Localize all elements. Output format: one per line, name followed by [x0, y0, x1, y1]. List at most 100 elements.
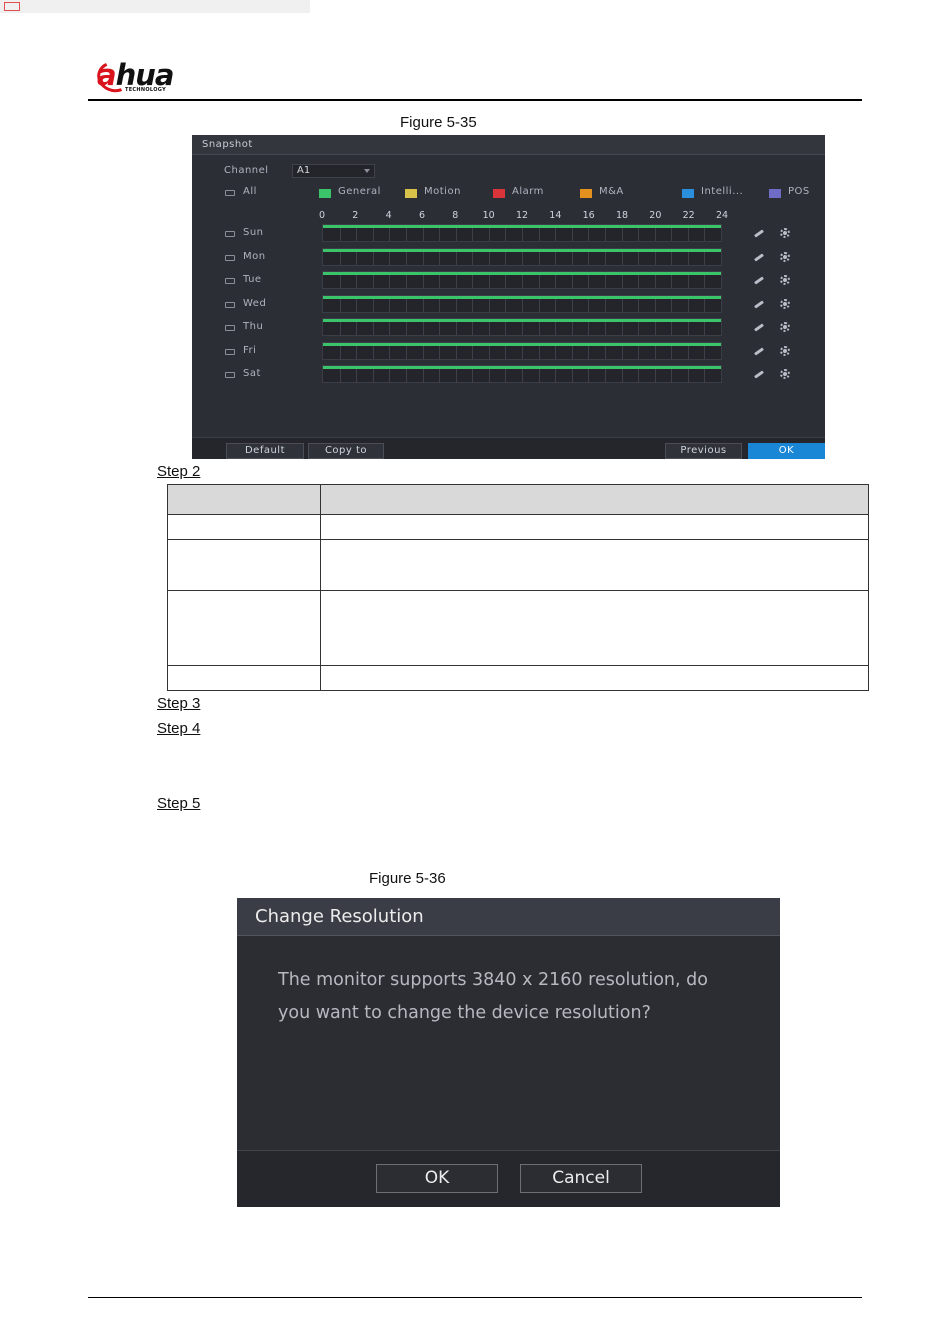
table-header-cell: [167, 484, 321, 515]
previous-button[interactable]: Previous: [665, 443, 742, 459]
legend-swatch-3[interactable]: [580, 189, 592, 198]
gear-icon[interactable]: [780, 322, 790, 332]
dialog-message-line-1: The monitor supports 3840 x 2160 resolut…: [278, 970, 708, 990]
edit-pen-icon[interactable]: [754, 229, 764, 238]
day-checkbox[interactable]: [225, 231, 235, 237]
legend-label: Alarm: [512, 186, 544, 197]
all-label: All: [243, 186, 257, 197]
edit-pen-icon[interactable]: [754, 299, 764, 309]
day-checkbox[interactable]: [225, 372, 235, 378]
figure-caption-5-36: Figure 5-36: [369, 870, 446, 887]
dahua-logo: ahua TECHNOLOGY: [92, 57, 217, 97]
channel-select[interactable]: A1: [292, 164, 375, 178]
table-header-row: [167, 484, 869, 515]
edit-pen-icon[interactable]: [754, 276, 764, 285]
legend-label: M&A: [599, 186, 624, 197]
day-schedule-bar[interactable]: [322, 318, 722, 336]
edit-pen-icon[interactable]: [754, 323, 764, 332]
hour-tick-label: 12: [515, 210, 529, 221]
logo-subtitle: TECHNOLOGY: [125, 87, 166, 93]
change-resolution-dialog: Change Resolution The monitor supports 3…: [237, 898, 780, 1207]
table-cell: [167, 514, 321, 540]
gear-icon[interactable]: [780, 369, 790, 379]
legend-swatch-1[interactable]: [405, 189, 417, 198]
table-cell: [167, 590, 321, 666]
day-schedule-bar[interactable]: [322, 365, 722, 383]
document-icon: [4, 2, 20, 11]
general-period-bar: [323, 342, 721, 346]
logo-letter-a: a: [97, 58, 117, 92]
legend-label: Motion: [424, 186, 461, 197]
day-checkbox[interactable]: [225, 278, 235, 284]
day-checkbox[interactable]: [225, 325, 235, 331]
hour-tick-label: 24: [715, 210, 729, 221]
copy-to-button[interactable]: Copy to: [308, 443, 384, 459]
gear-icon[interactable]: [780, 251, 790, 262]
day-label: Mon: [243, 250, 266, 262]
table-header-cell: [320, 484, 869, 515]
hour-tick-label: 6: [418, 210, 426, 221]
dialog-message: The monitor supports 3840 x 2160 resolut…: [278, 964, 748, 1030]
ok-button[interactable]: OK: [748, 443, 825, 459]
day-checkbox[interactable]: [225, 301, 235, 308]
gear-icon[interactable]: [780, 228, 790, 238]
gear-icon[interactable]: [780, 298, 790, 309]
general-period-bar: [323, 319, 721, 322]
legend-label: POS: [788, 186, 810, 197]
day-label: Tue: [243, 274, 262, 285]
table-cell: [320, 590, 869, 666]
table-cell: [320, 514, 869, 540]
legend-label: General: [338, 186, 381, 197]
day-label: Sat: [243, 368, 261, 379]
step-5-label: Step 5: [157, 795, 201, 812]
hour-tick-label: 20: [649, 210, 662, 221]
default-button[interactable]: Default: [226, 443, 304, 459]
day-label: Sun: [243, 227, 264, 238]
dialog-footer: OK Cancel: [237, 1150, 780, 1207]
day-schedule-bar[interactable]: [322, 341, 722, 360]
day-label: Wed: [243, 297, 267, 309]
dialog-message-line-2: you want to change the device resolution…: [278, 1003, 651, 1023]
header-rule: [88, 99, 862, 101]
day-checkbox[interactable]: [225, 348, 235, 355]
table-row: [167, 665, 869, 691]
day-schedule-bar[interactable]: [322, 271, 722, 289]
day-label: Thu: [243, 321, 264, 332]
gear-icon[interactable]: [780, 275, 790, 285]
day-schedule-bar[interactable]: [322, 247, 722, 266]
step-4-label: Step 4: [157, 720, 201, 737]
edit-pen-icon[interactable]: [754, 252, 764, 262]
step-2-label: Step 2: [157, 463, 201, 480]
snapshot-panel: Snapshot Channel A1 All General Motion Ala…: [192, 135, 825, 459]
edit-pen-icon[interactable]: [754, 346, 764, 356]
edit-pen-icon[interactable]: [754, 370, 764, 379]
day-schedule-bar[interactable]: [322, 224, 722, 242]
general-period-bar: [323, 366, 721, 369]
footer-rule: [88, 1297, 862, 1298]
hour-tick-label: 4: [385, 210, 392, 221]
general-period-bar: [323, 225, 721, 228]
table-cell: [167, 539, 321, 591]
hour-tick-label: 18: [615, 210, 629, 221]
figure-caption-5-35: Figure 5-35: [400, 114, 477, 131]
chevron-down-icon: [364, 169, 370, 173]
all-checkbox[interactable]: [225, 190, 235, 196]
legend-swatch-4[interactable]: [682, 189, 694, 198]
day-schedule-bar[interactable]: [322, 294, 722, 313]
general-period-bar: [323, 295, 721, 299]
legend-swatch-2[interactable]: [493, 189, 505, 198]
dialog-title: Change Resolution: [255, 906, 424, 927]
table-row: [167, 590, 869, 666]
general-period-bar: [323, 272, 721, 275]
legend-swatch-5[interactable]: [769, 189, 781, 198]
table-cell: [167, 665, 321, 691]
table-row: [167, 539, 869, 591]
legend-swatch-0[interactable]: [319, 189, 331, 198]
gear-icon[interactable]: [780, 345, 790, 356]
day-checkbox[interactable]: [225, 254, 235, 261]
hour-tick-label: 16: [582, 210, 595, 221]
hour-tick-label: 14: [549, 210, 562, 221]
dialog-ok-button[interactable]: OK: [376, 1164, 498, 1193]
dialog-cancel-button[interactable]: Cancel: [520, 1164, 642, 1193]
general-period-bar: [323, 248, 721, 252]
